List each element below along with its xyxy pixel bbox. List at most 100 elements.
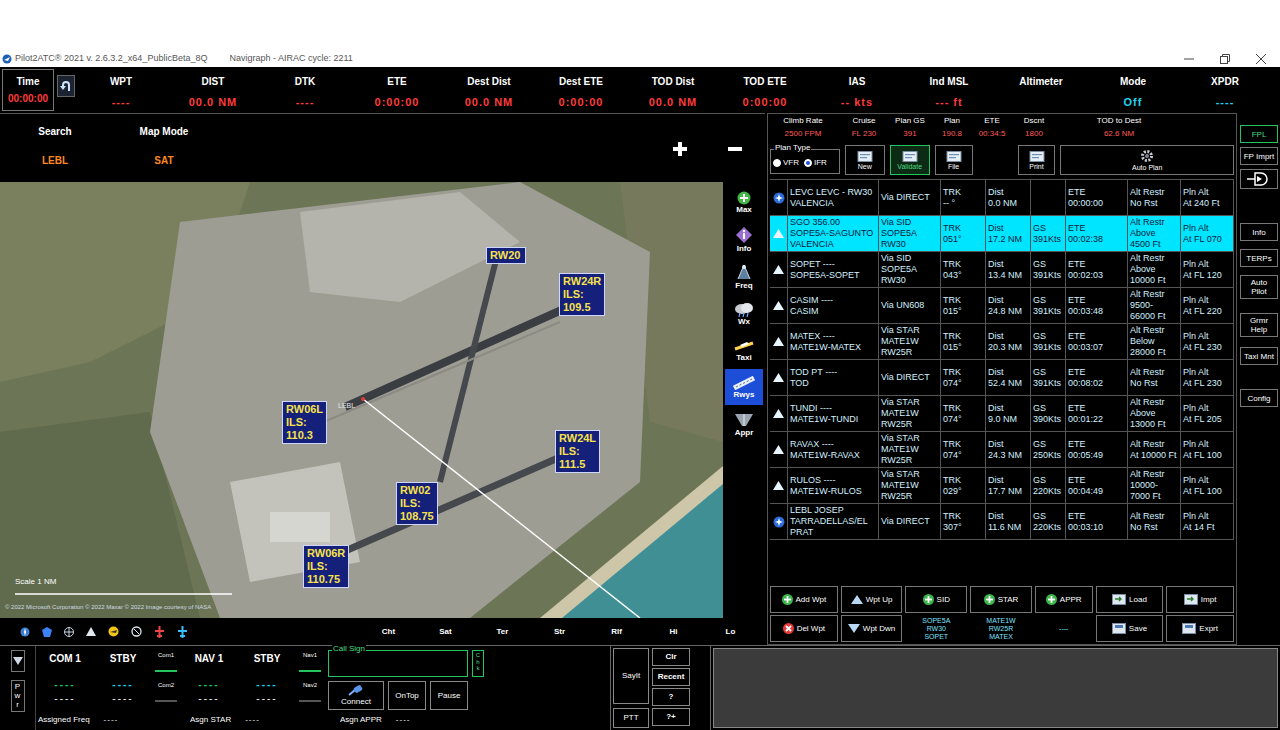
overlay-toggle-icon[interactable] [154,626,165,638]
side-button[interactable]: Config [1240,389,1278,407]
check-button[interactable]: Chk [472,650,484,677]
action-button[interactable]: APPR [1035,586,1093,613]
map-layer-button[interactable]: Rlf [588,626,645,638]
selector-bar[interactable] [299,700,321,702]
map-tool-button[interactable]: Wx [725,295,763,331]
zoom-in-icon[interactable] [673,142,687,156]
overlay-toggle-icon[interactable] [177,626,188,638]
side-button-label: Auto Pilot [1242,278,1276,296]
collapse-button[interactable] [11,650,25,672]
power-button[interactable]: Pwr [11,680,25,712]
connection-button[interactable]: Pause [430,681,468,710]
waypoint-row[interactable]: CASIM ----CASIMVia UN608TRK015°Dist24.8 … [770,288,1234,324]
callsign-field[interactable]: Call Sign [328,650,468,677]
time-reset-button[interactable] [57,75,75,97]
map-tool-button[interactable]: Rwys [725,369,763,405]
side-button[interactable]: Info [1240,223,1278,241]
overlay-toggle-icon[interactable] [86,627,96,636]
waypoint-row[interactable]: LEVC LEVC - RW30VALENCIAVia DIRECTTRK-- … [770,180,1234,216]
runway-label[interactable]: RW06RILS:110.75 [303,545,349,588]
overlay-toggle-icon[interactable] [20,627,30,637]
runway-label[interactable]: RW06LILS:110.3 [282,401,327,444]
waypoint-row[interactable]: TUNDI ----MATE1W-TUNDIVia STARMATE1WRW25… [770,396,1234,432]
side-button[interactable]: Auto Pilot [1240,275,1278,299]
map-tool-button[interactable]: Taxi [725,332,763,368]
map-tool-button[interactable]: Max [725,184,763,220]
plan-button[interactable]: Auto Plan [1060,145,1234,175]
action-button[interactable]: Wpt Dwn [841,615,903,642]
action-button[interactable]: Exprt [1166,615,1234,642]
selector-bar[interactable] [155,700,177,702]
selector-bar[interactable] [299,670,321,672]
sayit-button[interactable]: SayIt [613,648,649,704]
map-tool-button[interactable]: Freq [725,258,763,294]
plan-button[interactable]: Validate [890,145,930,175]
voice-button[interactable]: ?+ [652,708,690,726]
waypoint-row[interactable]: RULOS ----MATE1W-RULOSVia STARMATE1WRW25… [770,468,1234,504]
action-button[interactable]: SID [905,586,967,613]
waypoint-cell: TRK015° [941,288,986,323]
search-control[interactable]: SearchLEBL [0,114,110,166]
runway-label[interactable]: RW24LILS:111.5 [555,430,600,473]
map-tool-button[interactable]: Appr [725,406,763,442]
runway-label[interactable]: RW02ILS:108.75 [396,482,438,525]
ptt-button[interactable]: PTT [613,708,649,728]
plan-type-option[interactable]: VFR [773,157,799,169]
runway-label[interactable]: RW20 [486,247,526,264]
side-button[interactable]: FPL [1240,125,1278,143]
cell-line: ETE [1068,295,1125,306]
action-button[interactable]: Save [1096,615,1164,642]
voice-button[interactable]: Recent [652,668,690,686]
map-layer-button[interactable]: Cht [360,626,417,638]
waypoint-cell: Alt RestrAbove13000 Ft [1128,396,1181,431]
map-mode-control[interactable]: Map ModeSAT [110,114,218,166]
plan-type-option[interactable]: IFR [804,157,827,169]
frequency-display[interactable]: STBY-------- [238,646,296,710]
runway-label-line: 110.3 [286,429,323,442]
map-layer-button[interactable]: Lo [702,626,759,638]
side-button[interactable]: FP Imprt [1240,147,1278,165]
waypoint-row[interactable]: TOD PT ----TODVia DIRECTTRK074°Dist52.4 … [770,360,1234,396]
action-button[interactable]: Add Wpt [770,586,838,613]
plan-button[interactable]: Print [1018,145,1056,175]
waypoint-row[interactable]: MATEX ----MATE1W-MATEXVia STARMATE1WRW25… [770,324,1234,360]
frequency-display[interactable]: COM 1-------- [36,646,94,710]
overlay-toggle-icon[interactable] [131,626,142,637]
overlay-toggle-icon[interactable] [108,626,119,637]
map-tool-button[interactable]: Info [725,221,763,257]
zoom-out-icon[interactable] [728,142,742,156]
satellite-map[interactable]: LEBLScale 1 NM© 2022 Microsoft Corporati… [0,182,723,618]
map-layer-button[interactable]: Ter [474,626,531,638]
minimize-icon[interactable] [1184,54,1194,64]
side-button[interactable]: Taxi Mnt [1240,347,1278,365]
side-button[interactable]: TERPs [1240,249,1278,267]
restore-icon[interactable] [1220,54,1230,64]
waypoint-row[interactable]: RAVAX ----MATE1W-RAVAXVia STARMATE1WRW25… [770,432,1234,468]
map-layer-button[interactable]: Hi [645,626,702,638]
plan-button[interactable]: File [935,145,973,175]
action-button[interactable]: Load [1096,586,1164,613]
runway-label[interactable]: RW24RILS:109.5 [559,273,605,316]
frequency-display[interactable]: NAV 1-------- [180,646,238,710]
voice-button[interactable]: Clr [652,648,690,666]
waypoint-row[interactable]: SOPET ----SOPE5A-SOPETVia SIDSOPE5ARW30T… [770,252,1234,288]
plan-button[interactable]: New [845,145,885,175]
action-button[interactable]: Del Wpt [770,615,838,642]
side-button[interactable] [1240,169,1278,189]
close-icon[interactable] [1256,54,1266,64]
map-layer-button[interactable]: Sat [417,626,474,638]
action-button[interactable]: Wpt Up [841,586,903,613]
voice-button[interactable]: ? [652,688,690,706]
action-button[interactable]: STAR [970,586,1032,613]
overlay-toggle-icon[interactable] [42,627,52,637]
action-button[interactable]: Impt [1166,586,1234,613]
overlay-toggle-icon[interactable] [64,627,74,637]
connection-button[interactable]: OnTop [388,681,426,710]
frequency-display[interactable]: STBY-------- [94,646,152,710]
connection-button[interactable]: Connect [328,681,384,710]
map-layer-button[interactable]: Str [531,626,588,638]
waypoint-row[interactable]: SGO 356.00SOPE5A-SAGUNTOVALENCIAVia SIDS… [770,216,1234,252]
selector-bar[interactable] [155,670,177,672]
side-button[interactable]: Grmr Help [1240,313,1278,337]
waypoint-row[interactable]: LEBL JOSEPTARRADELLAS/ELPRATVia DIRECTTR… [770,504,1234,540]
